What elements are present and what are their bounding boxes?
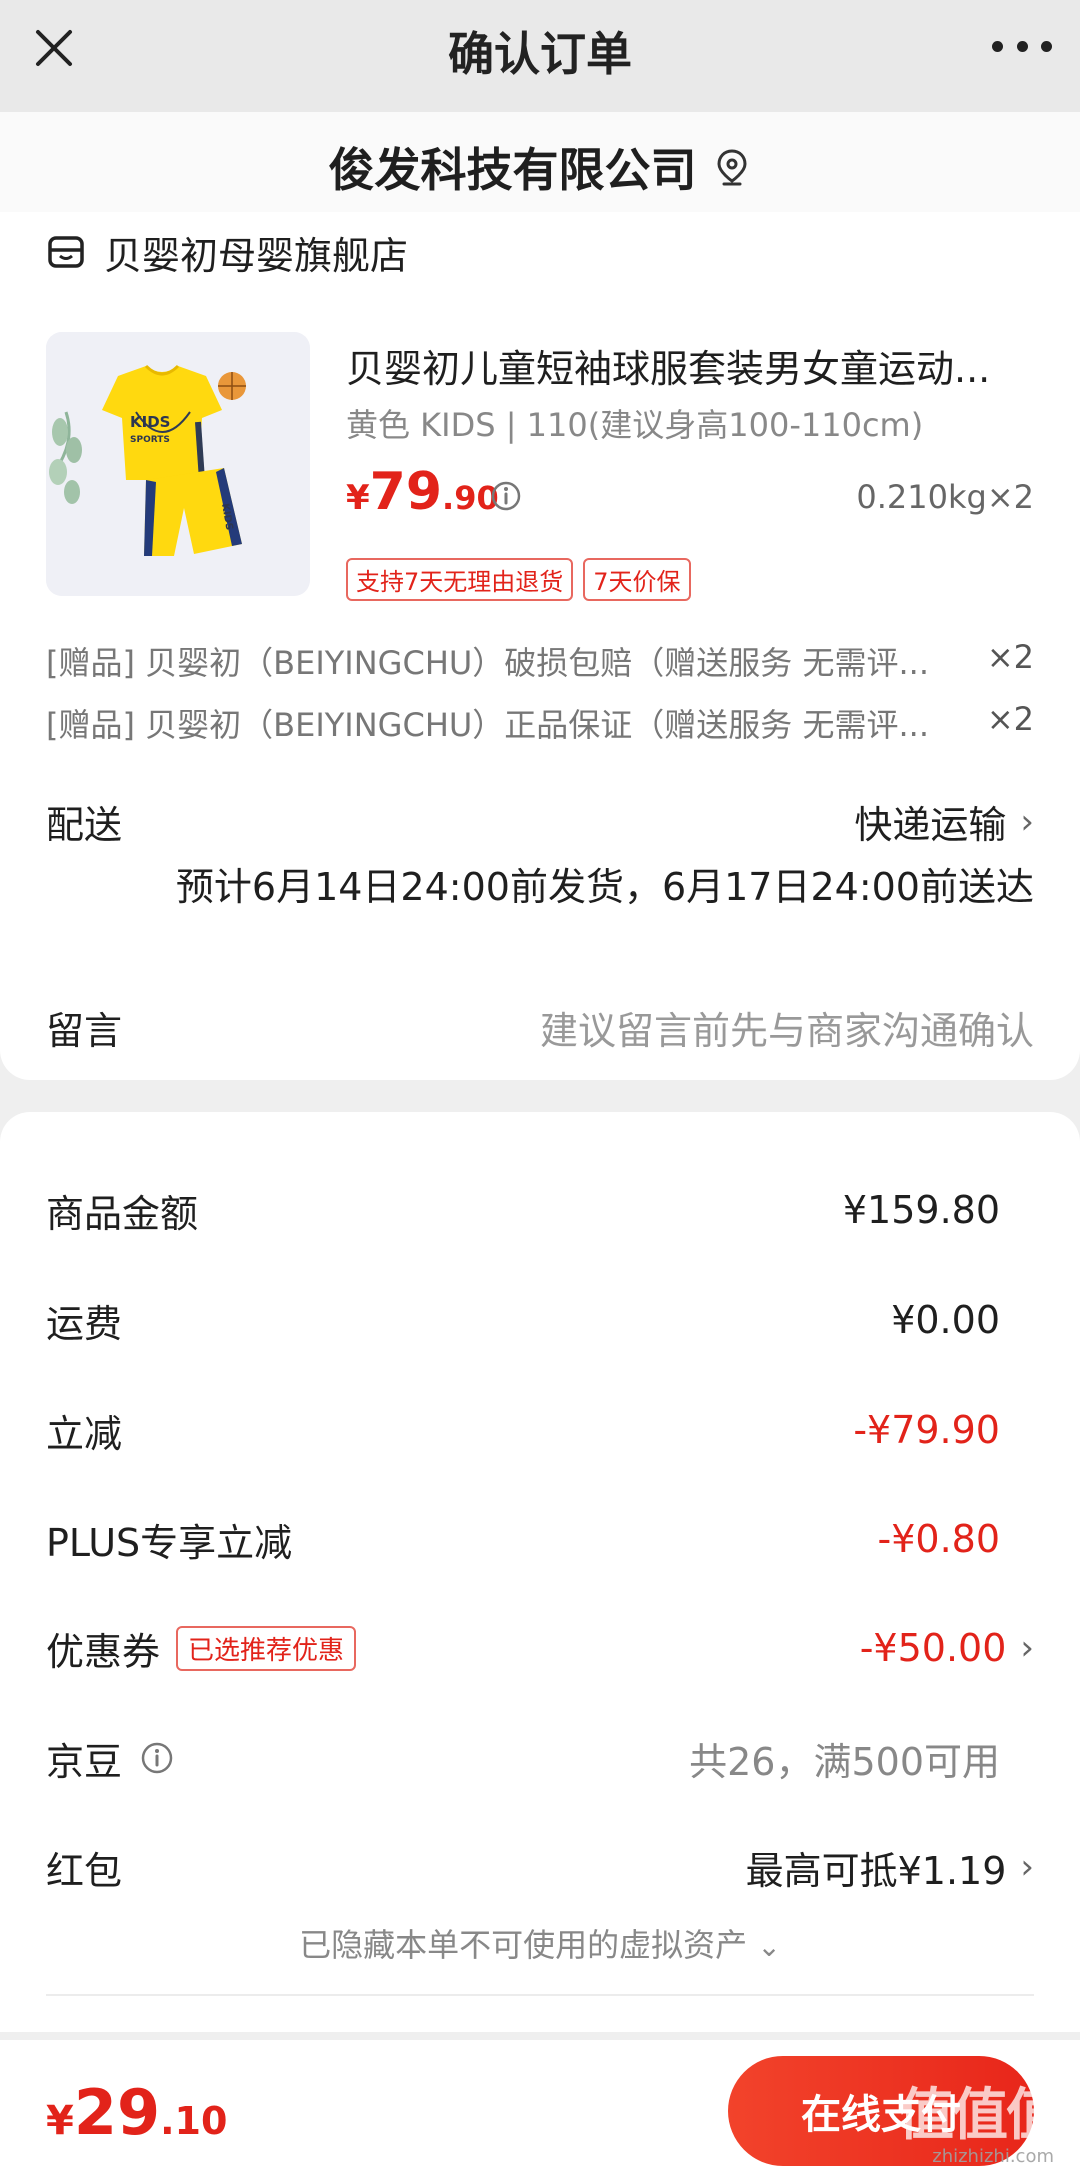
plus-discount-row: PLUS专享立减 -¥0.80 [46,1509,1034,1569]
jd-beans-row: 京豆 共26，满500可用 [46,1728,1034,1788]
delivery-label: 配送 [46,803,123,847]
coupon-value: -¥50.00 [859,1626,1007,1670]
total-price: ¥29.10 [46,2076,227,2149]
total-integer: 29 [73,2076,161,2149]
red-packet-label: 红包 [46,1848,123,1893]
discount-value: -¥79.90 [853,1408,1000,1452]
plus-discount-label: PLUS专享立减 [46,1520,293,1565]
more-menu-icon[interactable] [992,24,1052,68]
delivery-method-text: 快递运输 [854,803,1007,847]
red-packet-row[interactable]: 红包 最高可抵¥1.19 › [46,1837,1034,1897]
page-title: 确认订单 [448,27,632,81]
product-title[interactable]: 贝婴初儿童短袖球服套装男女童运动... [346,338,1036,393]
jd-beans-value: 共26，满500可用 [689,1739,1000,1784]
order-card: 贝婴初母婴旗舰店 KIDS SPORTS KIDS 贝婴初儿童短袖球服套装男女童… [0,212,1080,1080]
goods-amount-row: 商品金额 ¥159.80 [46,1180,1034,1240]
top-bar: 确认订单 [0,0,1080,112]
discount-label: 立减 [46,1411,123,1456]
delivery-method[interactable]: 快递运输 › [854,794,1034,849]
chevron-right-icon: › [1020,801,1034,842]
product-spec: 黄色 KIDS | 110(建议身高100-110cm) [346,406,924,444]
checkout-bar: ¥29.10 在线支付 值值值 zhizhizhi.com [0,2040,1080,2181]
jd-beans-label: 京豆 [46,1739,123,1784]
location-pin-icon [717,149,747,186]
goods-amount-value: ¥159.80 [842,1188,1000,1232]
discount-row: 立减 -¥79.90 [46,1400,1034,1460]
gift-qty: ×2 [986,638,1034,676]
product-price: ¥79.90 [346,462,499,522]
price-currency: ¥ [346,478,370,518]
shipping-row: 运费 ¥0.00 [46,1290,1034,1350]
gift-text: [赠品] 贝婴初（BEIYINGCHU）正品保证（赠送服务 无需评... [46,706,929,744]
gift-qty: ×2 [986,700,1034,738]
red-packet-value: 最高可抵¥1.19 [745,1848,1007,1893]
delivery-eta: 预计6月14日24:00前发货，6月17日24:00前送达 [175,865,1034,909]
gift-item: [赠品] 贝婴初（BEIYINGCHU）正品保证（赠送服务 无需评... ×2 [46,700,1034,746]
shop-header[interactable]: 贝婴初母婴旗舰店 [46,222,408,282]
price-integer: 79 [369,462,443,522]
shop-name: 贝婴初母婴旗舰店 [104,233,409,278]
chevron-right-icon: › [1020,1628,1034,1668]
service-tags: 支持7天无理由退货 7天价保 [346,558,691,601]
gift-item: [赠品] 贝婴初（BEIYINGCHU）破损包赔（赠送服务 无需评... ×2 [46,638,1034,684]
image-kids-text: KIDS [130,413,170,431]
watermark-logo: 值值值 [898,2083,1062,2148]
chevron-down-icon: ⌄ [757,1930,781,1963]
beans-info-icon[interactable] [140,1741,174,1775]
hidden-assets-text: 已隐藏本单不可使用的虚拟资产 [299,1926,748,1964]
image-sports-text: SPORTS [130,435,170,445]
goods-amount-label: 商品金额 [46,1191,199,1236]
gift-text: [赠品] 贝婴初（BEIYINGCHU）破损包赔（赠送服务 无需评... [46,644,929,682]
product-weight-qty: 0.210kg×2 [856,478,1034,516]
shipping-value: ¥0.00 [891,1298,1000,1342]
message-input[interactable]: 建议留言前先与商家沟通确认 [540,1000,1034,1055]
address-bar[interactable]: 俊发科技有限公司 [0,112,1080,212]
price-protect-tag: 7天价保 [583,558,691,601]
return-policy-tag: 支持7天无理由退货 [346,558,574,601]
price-summary-card: 商品金额 ¥159.80 运费 ¥0.00 立减 -¥79.90 PLUS专享立… [0,1112,1080,2032]
divider [46,1994,1034,1996]
watermark-url: zhizhizhi.com [932,2146,1054,2167]
total-decimal: .10 [160,2099,228,2143]
store-icon [48,236,84,268]
shipping-label: 运费 [46,1301,123,1346]
total-currency: ¥ [46,2098,74,2144]
price-info-icon[interactable] [490,480,522,512]
product-image[interactable]: KIDS SPORTS KIDS [46,332,310,596]
chevron-right-icon: › [1020,1847,1034,1887]
address-name: 俊发科技有限公司 [328,143,697,197]
hidden-assets-toggle[interactable]: 已隐藏本单不可使用的虚拟资产 ⌄ [0,1920,1080,1966]
coupon-label: 优惠券 [46,1629,161,1674]
coupon-badge: 已选推荐优惠 [176,1625,357,1671]
coupon-row[interactable]: 优惠券 已选推荐优惠 -¥50.00 › [46,1618,1034,1678]
plus-discount-value: -¥0.80 [877,1517,1001,1561]
message-label: 留言 [46,1009,123,1053]
